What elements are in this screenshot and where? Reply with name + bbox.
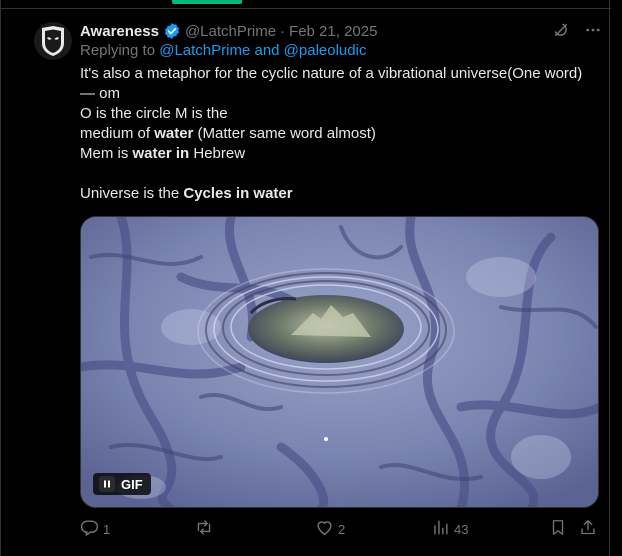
text-line: Mem is water in Hebrew [80,144,605,164]
text-span: (Matter same word almost) [193,125,376,142]
pause-icon[interactable] [99,476,115,492]
like-button[interactable]: 2 [315,518,345,540]
share-icon [579,518,597,540]
text-span: Universe is the [80,185,184,202]
gif-media[interactable]: GIF [80,216,599,508]
bold-text: water in [132,145,190,162]
views-button[interactable]: 43 [431,518,468,540]
action-bar: 1 2 43 [80,518,600,542]
share-button[interactable] [579,518,597,540]
verified-badge-icon [163,22,181,40]
divider [1,8,611,9]
bookmark-button[interactable] [549,518,567,540]
retweet-icon [194,518,214,540]
author-name[interactable]: Awareness [80,23,159,40]
alien-mask-icon [42,26,64,56]
reply-mentions[interactable]: @LatchPrime and @paleoludic [159,42,366,59]
reply-icon [80,518,99,540]
views-icon [431,518,450,540]
gif-badge[interactable]: GIF [93,473,151,495]
bookmark-icon [549,518,567,540]
tweet-date[interactable]: Feb 21, 2025 [289,23,377,40]
views-count: 43 [454,521,469,537]
gif-label: GIF [121,476,143,492]
retweet-button[interactable] [194,518,218,540]
avatar[interactable] [34,22,72,60]
active-tab-indicator [172,0,242,4]
text-line: O is the circle M is the [80,105,228,122]
like-count: 2 [338,521,346,537]
header-actions [552,21,602,44]
text-line: — om [80,85,121,102]
replying-to: Replying to @LatchPrime and @paleoludic [80,42,366,59]
tweet-header: Awareness @LatchPrime · Feb 21, 2025 [80,21,377,41]
reply-prefix: Replying to [80,42,156,59]
text-span: Hebrew [189,145,246,162]
more-icon[interactable] [584,21,602,44]
text-line: It's also a metaphor for the cyclic natu… [80,65,583,82]
gif-image [81,217,598,507]
separator-dot: · [280,22,286,40]
text-span: Mem is [80,145,133,162]
reply-count: 1 [103,521,111,537]
tweet-text: It's also a metaphor for the cyclic natu… [80,64,605,204]
bold-text: water [154,125,194,142]
tweet-container: Awareness @LatchPrime · Feb 21, 2025 Rep… [0,0,611,556]
author-handle[interactable]: @LatchPrime [185,23,276,40]
bold-text: Cycles in water [183,185,293,202]
text-span: medium of [80,125,155,142]
heart-icon [315,518,334,540]
grok-icon[interactable] [552,21,570,44]
reply-button[interactable]: 1 [80,518,110,540]
text-line: medium of water (Matter same word almost… [80,124,605,144]
text-line: Universe is the Cycles in water [80,184,605,204]
